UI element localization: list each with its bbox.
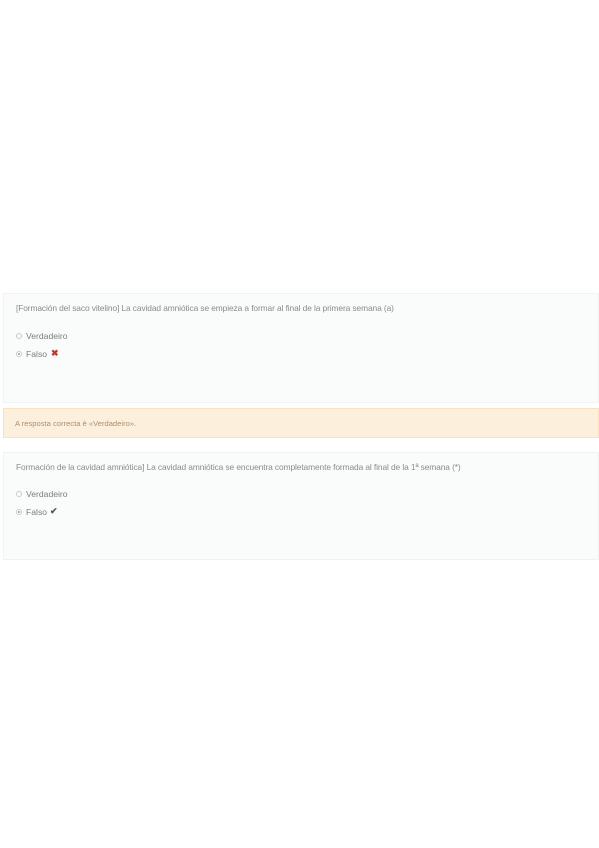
cross-icon: ✖ [51, 348, 59, 358]
option-label: Falso [26, 348, 48, 359]
radio-unchecked-icon[interactable] [16, 491, 22, 497]
question-1-text: [Formación del saco vitelino] La cavidad… [16, 303, 394, 313]
question-2-text: Formación de la cavidad amniótica] La ca… [16, 462, 461, 472]
radio-unchecked-icon[interactable] [16, 333, 22, 339]
radio-checked-icon[interactable] [16, 508, 22, 515]
option-label: Verdadeiro [26, 331, 68, 341]
feedback-text: A resposta correcta é «Verdadeiro». [15, 419, 137, 428]
question-2-option-false[interactable]: Falso ✔ [16, 506, 58, 517]
quiz-review-page: [Formación del saco vitelino] La cavidad… [0, 0, 599, 848]
option-label: Verdadeiro [26, 489, 68, 499]
question-1-option-false[interactable]: Falso ✖ [16, 348, 59, 359]
radio-checked-icon[interactable] [16, 350, 22, 357]
question-1-card: [Formación del saco vitelino] La cavidad… [3, 293, 599, 403]
question-2-option-true[interactable]: Verdadeiro [16, 489, 68, 499]
question-2-card: Formación de la cavidad amniótica] La ca… [3, 452, 599, 560]
check-icon: ✔ [50, 506, 58, 516]
question-1-option-true[interactable]: Verdadeiro [16, 331, 68, 341]
option-label: Falso [26, 506, 48, 517]
correct-answer-feedback: A resposta correcta é «Verdadeiro». [3, 408, 599, 438]
